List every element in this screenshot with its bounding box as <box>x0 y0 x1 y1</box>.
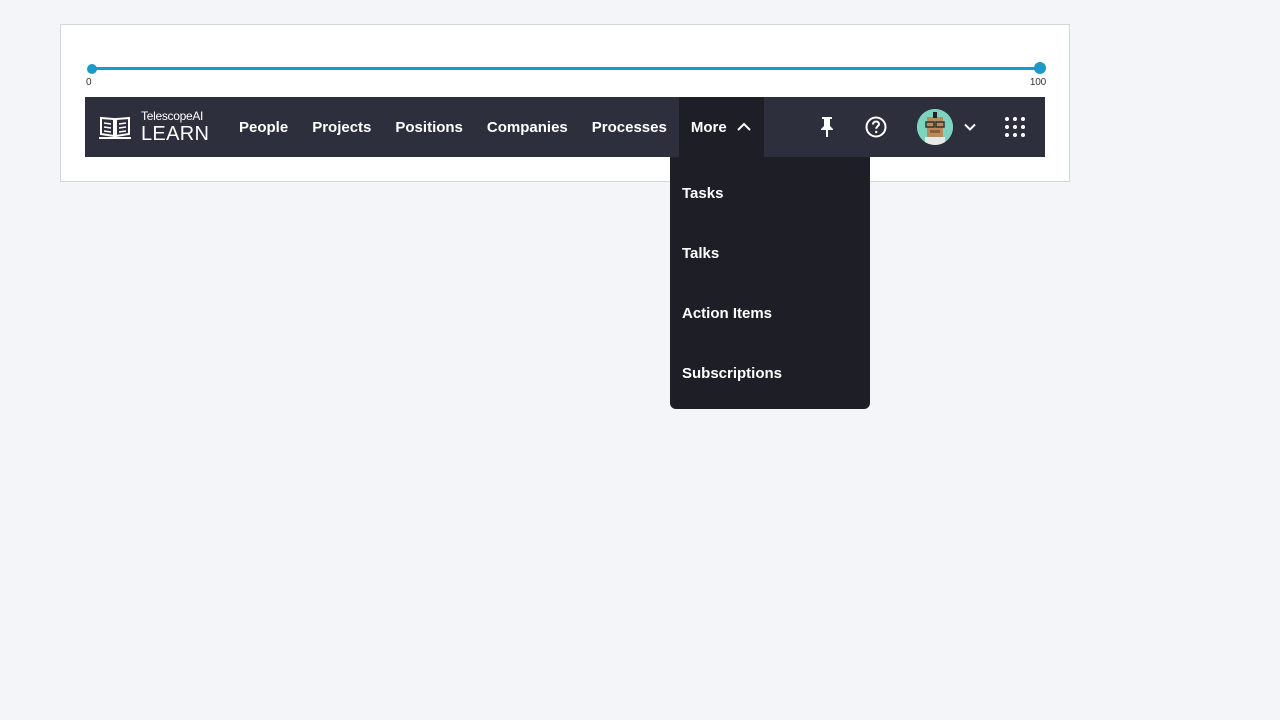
chevron-up-icon <box>736 122 751 131</box>
content-card: 0 100 TelescopeAI LEARN People Projects … <box>60 24 1070 182</box>
menu-item-tasks[interactable]: Tasks <box>670 163 870 223</box>
menu-item-action-items[interactable]: Action Items <box>670 283 870 343</box>
nav-item-projects[interactable]: Projects <box>300 97 383 157</box>
top-navbar: TelescopeAI LEARN People Projects Positi… <box>85 97 1045 157</box>
menu-item-talks[interactable]: Talks <box>670 223 870 283</box>
nav-item-people[interactable]: People <box>227 97 300 157</box>
nav-item-more[interactable]: More <box>678 97 764 157</box>
brand-subtitle: TelescopeAI <box>141 109 204 123</box>
slider-handle-max[interactable] <box>1034 62 1046 74</box>
slider-handle-min[interactable] <box>87 64 97 74</box>
chevron-down-icon <box>964 123 976 131</box>
nav-item-positions[interactable]: Positions <box>383 97 475 157</box>
nav-item-processes[interactable]: Processes <box>580 97 679 157</box>
range-slider[interactable]: 0 100 <box>86 59 1046 88</box>
brand-title: LEARN <box>141 123 210 145</box>
avatar <box>917 109 953 145</box>
slider-max-label: 100 <box>1029 77 1046 88</box>
help-button[interactable] <box>856 97 896 157</box>
slider-min-label: 0 <box>86 77 92 88</box>
help-circle-icon <box>865 116 887 138</box>
brand-logo[interactable]: TelescopeAI LEARN <box>85 97 227 157</box>
more-dropdown-menu: Tasks Talks Action Items Subscriptions <box>670 157 870 409</box>
menu-item-subscriptions[interactable]: Subscriptions <box>670 343 870 403</box>
pin-icon <box>821 117 833 137</box>
nav-item-companies[interactable]: Companies <box>475 97 580 157</box>
slider-track[interactable] <box>92 67 1040 70</box>
nav-more-label: More <box>690 118 727 136</box>
grid-dots-icon <box>1005 117 1025 137</box>
pin-button[interactable] <box>807 97 847 157</box>
apps-launcher-button[interactable] <box>995 97 1035 157</box>
open-book-icon <box>99 116 131 139</box>
account-menu[interactable] <box>917 97 981 157</box>
